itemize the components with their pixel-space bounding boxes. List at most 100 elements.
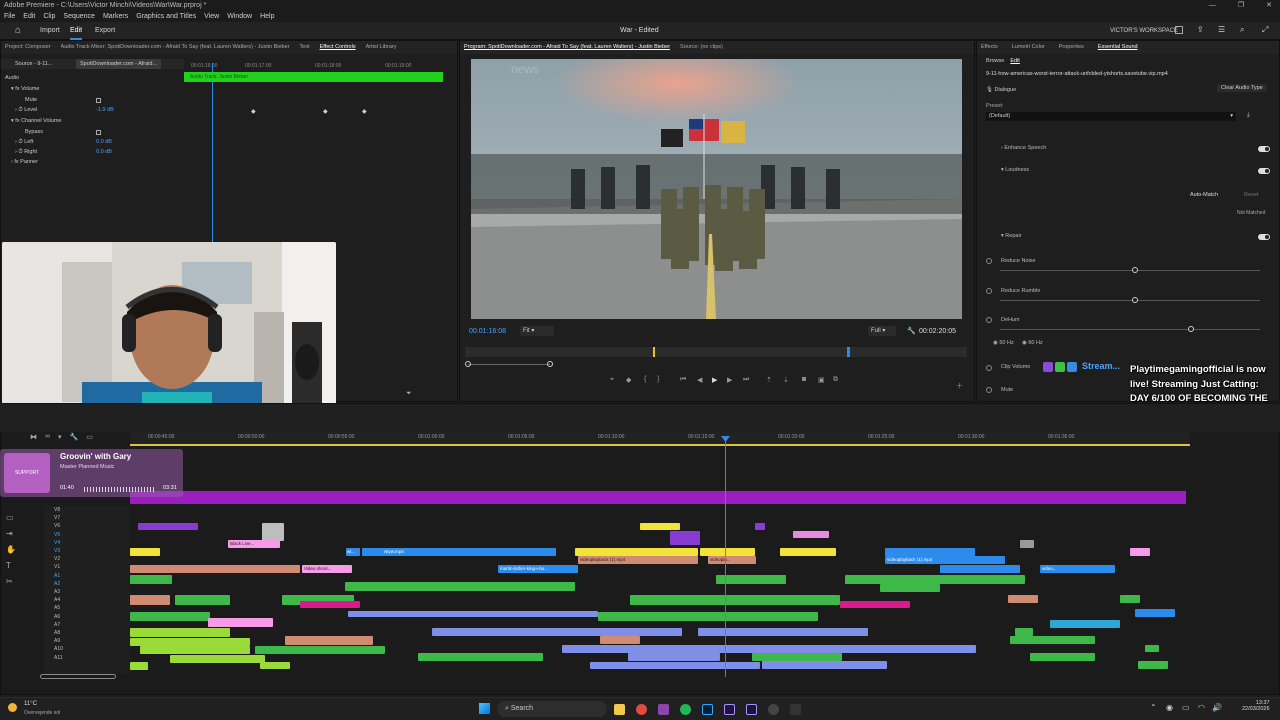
track-a2[interactable]: A2 [54, 580, 63, 588]
selection-tool-icon[interactable]: ▭ [6, 510, 20, 526]
audio-clip[interactable] [130, 628, 230, 637]
audio-clip[interactable] [348, 611, 598, 617]
dehum-50hz[interactable]: ◉ 50 Hz [993, 340, 1014, 346]
dehum-60hz[interactable]: ◉ 60 Hz [1022, 340, 1043, 346]
menu-edit[interactable]: Edit [23, 11, 35, 22]
menu-file[interactable]: File [4, 11, 15, 22]
reduce-noise-checkbox[interactable] [986, 258, 992, 264]
reduce-rumble-slider[interactable] [1000, 300, 1260, 301]
weather-desc[interactable]: Overvejende sol [24, 710, 60, 716]
video-clip[interactable] [940, 565, 1020, 573]
reduce-noise-knob[interactable] [1132, 267, 1138, 273]
audio-clip[interactable] [130, 595, 170, 605]
auto-match-button[interactable]: Auto-Match [1190, 192, 1218, 198]
adjustment-layer-clip[interactable] [130, 491, 1186, 504]
audio-clip[interactable] [130, 638, 250, 646]
audio-clip[interactable] [130, 575, 172, 584]
track-a10[interactable]: A10 [54, 645, 63, 653]
snap-icon[interactable]: ⧓ [30, 433, 37, 441]
settings-icon[interactable]: 🔧 [907, 327, 916, 335]
left-value[interactable]: 0.0 dB [96, 139, 112, 145]
app-icon-2[interactable] [790, 704, 801, 715]
timeline-playhead[interactable] [725, 437, 726, 677]
audio-clip[interactable] [285, 636, 373, 645]
section-enhance-speech[interactable]: › Enhance Speech [1001, 145, 1046, 151]
track-v7[interactable]: V7 [54, 514, 63, 522]
bypass-checkbox[interactable] [96, 130, 101, 135]
source-selector[interactable]: Source - 9-11... SpotiDownloader.com - A… [1, 59, 184, 69]
track-a6[interactable]: A6 [54, 613, 63, 621]
track-v8[interactable]: V8 [54, 506, 63, 514]
tab-effect-controls[interactable]: Effect Controls [320, 41, 356, 54]
reduce-rumble-checkbox[interactable] [986, 288, 992, 294]
audio-clip[interactable] [175, 595, 230, 605]
clip-mlk[interactable]: martin-luther-king-i-ha... [498, 565, 578, 573]
audio-clip[interactable] [880, 584, 940, 592]
weather-temp[interactable]: 11°C [24, 701, 37, 707]
track-a5[interactable]: A5 [54, 604, 63, 612]
captions-icon[interactable]: ▭ [86, 433, 93, 441]
audio-clip[interactable] [600, 636, 640, 644]
video-clip[interactable] [262, 523, 284, 541]
audio-clip[interactable] [845, 575, 1025, 584]
add-button-icon[interactable]: ＋ [956, 381, 963, 391]
razor-tool-icon[interactable]: ✂ [6, 574, 20, 590]
green-audio-clip[interactable]: Audio Track: Justin Bieber [184, 72, 443, 82]
tab-audio-mixer[interactable]: Audio Track Mixer: SpotiDownloader.com -… [61, 41, 290, 54]
level-value[interactable]: -1.9 dB [96, 107, 114, 113]
out-point-icon[interactable]: } [657, 376, 659, 383]
audio-clip[interactable] [630, 595, 840, 605]
camera-icon[interactable]: ◙ [802, 376, 806, 383]
nav-export[interactable]: Export [95, 22, 115, 40]
start-button-icon[interactable] [479, 703, 490, 714]
audio-clip[interactable] [418, 653, 543, 661]
preset-dropdown[interactable]: (Default) ▾ [986, 112, 1236, 121]
tab-project[interactable]: Project: Composer [5, 41, 51, 54]
tab-lumetri[interactable]: Lumetri Color [1012, 41, 1045, 54]
ec-row-panner[interactable]: › fx Panner [11, 159, 38, 165]
taskbar-search[interactable]: ⌕ Search [497, 701, 607, 717]
nav-edit[interactable]: Edit [70, 22, 83, 40]
hand-tool-icon[interactable]: ✋ [6, 542, 20, 558]
clip-black-lives[interactable]: Black Live... [228, 540, 280, 548]
audio-clip[interactable] [1010, 636, 1095, 644]
audio-clip[interactable] [208, 618, 273, 627]
volume-icon[interactable]: 🔊 [1212, 703, 1222, 712]
track-v4[interactable]: V4 [54, 539, 63, 547]
dehum-checkbox[interactable] [986, 317, 992, 323]
timeline-ruler[interactable] [130, 432, 1190, 444]
lift-icon[interactable]: ⇡ [766, 376, 772, 384]
video-clip[interactable] [1020, 540, 1034, 548]
audio-clip[interactable] [1015, 628, 1033, 636]
audio-clip[interactable] [1008, 595, 1038, 603]
network-icon[interactable]: ▭ [1182, 703, 1190, 712]
audio-clip[interactable] [130, 612, 210, 621]
clip-video[interactable]: video... [1040, 565, 1115, 573]
video-clip[interactable] [640, 523, 680, 530]
reset-button[interactable]: Reset [1244, 192, 1258, 198]
tray-app-icon[interactable]: ◉ [1166, 703, 1173, 712]
maximize-button[interactable]: ❐ [1238, 0, 1244, 11]
audio-clip[interactable] [140, 646, 250, 654]
extract-icon[interactable]: ⇣ [783, 376, 789, 384]
tab-properties[interactable]: Properties [1059, 41, 1084, 54]
minimize-button[interactable]: — [1209, 0, 1216, 11]
filter-icon[interactable]: ⏷ [406, 390, 412, 398]
current-timecode[interactable]: 00:01:16:08 [469, 328, 506, 335]
tab-artist-library[interactable]: Artist Library [366, 41, 397, 54]
right-value[interactable]: 0.0 dB [96, 149, 112, 155]
track-a8[interactable]: A8 [54, 629, 63, 637]
workspace-name[interactable]: VICTOR'S WORKSPACE [1110, 22, 1178, 40]
section-repair[interactable]: ▾ Repair [1001, 233, 1022, 239]
repair-toggle[interactable] [1258, 234, 1270, 240]
audio-clip[interactable] [590, 662, 760, 669]
video-clip[interactable] [780, 548, 836, 556]
marker-tool-icon[interactable]: ▾ [58, 433, 62, 441]
audio-clip[interactable] [1030, 653, 1095, 661]
fit-dropdown[interactable]: Fit ▾ [520, 326, 554, 336]
step-forward-icon[interactable]: ▶ [727, 376, 732, 384]
menu-help[interactable]: Help [260, 11, 274, 22]
clip-wtyw[interactable]: wtyw.mp4 [362, 548, 556, 556]
add-marker-icon[interactable]: ◆ [626, 376, 631, 384]
audio-clip[interactable] [762, 661, 887, 669]
